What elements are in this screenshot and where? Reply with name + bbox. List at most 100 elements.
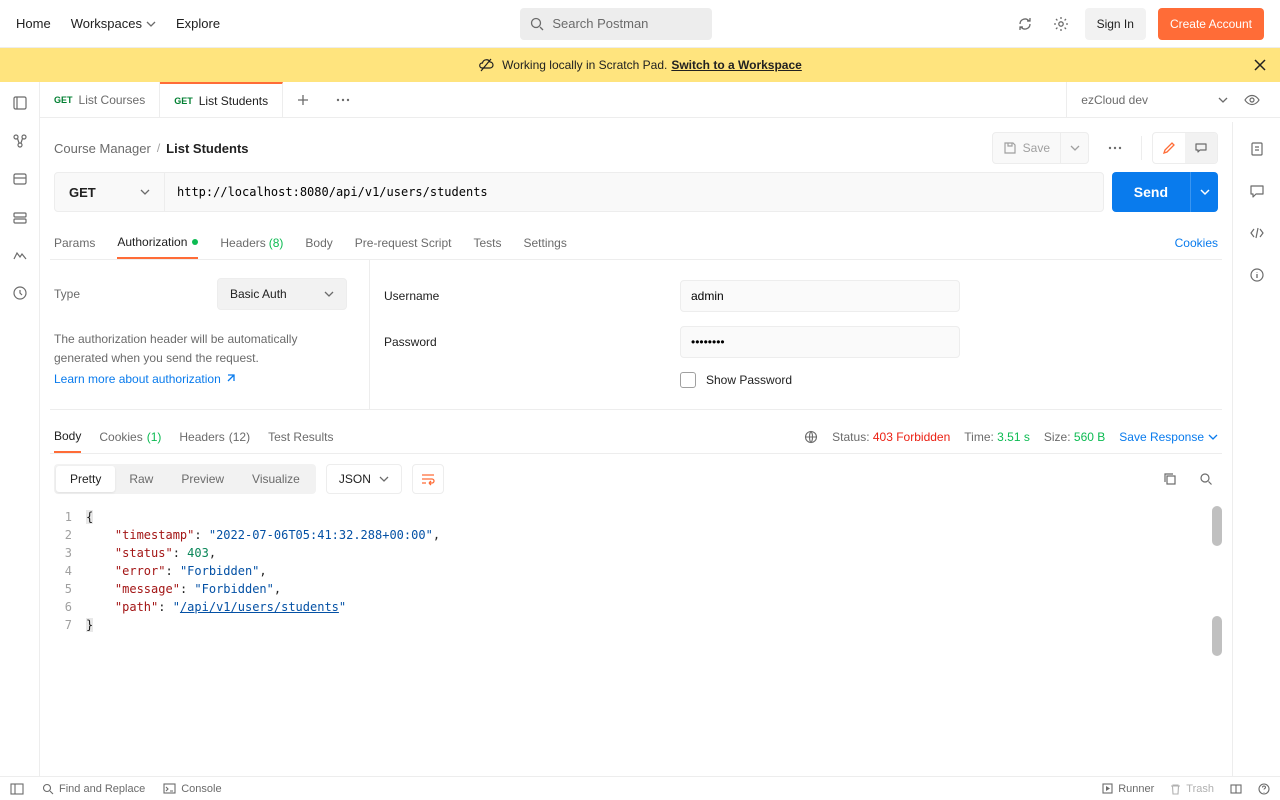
line-content: "message": "Forbidden", bbox=[86, 580, 281, 598]
copy-response-button[interactable] bbox=[1158, 467, 1182, 491]
documentation-icon[interactable] bbox=[1248, 140, 1266, 158]
comment-mode-button[interactable] bbox=[1185, 133, 1217, 163]
search-input[interactable]: Search Postman bbox=[520, 8, 712, 40]
nav-explore[interactable]: Explore bbox=[176, 16, 220, 31]
sync-icon[interactable] bbox=[1013, 12, 1037, 36]
view-visualize[interactable]: Visualize bbox=[238, 466, 314, 492]
response-body[interactable]: 1{2 "timestamp": "2022-07-06T05:41:32.28… bbox=[50, 504, 1222, 776]
chevron-down-icon bbox=[146, 19, 156, 29]
request-more-button[interactable] bbox=[1099, 132, 1131, 164]
runner-label: Runner bbox=[1118, 783, 1154, 795]
view-preview[interactable]: Preview bbox=[167, 466, 238, 492]
console-button[interactable]: Console bbox=[163, 783, 221, 795]
send-button[interactable]: Send bbox=[1112, 172, 1190, 212]
environment-label: ezCloud dev bbox=[1081, 93, 1148, 107]
tab-headers[interactable]: Headers (8) bbox=[220, 226, 283, 259]
tab-method-label: GET bbox=[174, 96, 193, 106]
tabs-more-button[interactable] bbox=[323, 82, 363, 117]
layout-icon bbox=[1230, 784, 1242, 794]
settings-icon[interactable] bbox=[1049, 12, 1073, 36]
format-selector[interactable]: JSON bbox=[326, 464, 402, 494]
resp-headers-label: Headers bbox=[179, 430, 224, 444]
request-tab-list-students[interactable]: GET List Students bbox=[160, 82, 283, 117]
view-pretty[interactable]: Pretty bbox=[56, 466, 115, 492]
resp-tab-cookies[interactable]: Cookies (1) bbox=[99, 420, 161, 453]
password-input[interactable] bbox=[680, 326, 960, 358]
search-response-button[interactable] bbox=[1194, 467, 1218, 491]
resp-tab-tests[interactable]: Test Results bbox=[268, 420, 333, 453]
request-tab-list-courses[interactable]: GET List Courses bbox=[40, 82, 160, 117]
new-tab-button[interactable] bbox=[283, 82, 323, 117]
code-line: 2 "timestamp": "2022-07-06T05:41:32.288+… bbox=[56, 526, 1222, 544]
monitors-icon[interactable] bbox=[11, 246, 29, 264]
chevron-down-icon bbox=[140, 187, 150, 197]
trash-button[interactable]: Trash bbox=[1170, 783, 1214, 795]
tab-body[interactable]: Body bbox=[305, 226, 332, 259]
environment-selector[interactable]: ezCloud dev bbox=[1066, 82, 1228, 117]
apis-icon[interactable] bbox=[11, 132, 29, 150]
environments-icon[interactable] bbox=[11, 170, 29, 188]
resp-tab-headers[interactable]: Headers (12) bbox=[179, 420, 250, 453]
mock-servers-icon[interactable] bbox=[11, 208, 29, 226]
line-content: "path": "/api/v1/users/students" bbox=[86, 598, 346, 616]
cookies-link[interactable]: Cookies bbox=[1175, 236, 1218, 250]
nav-home[interactable]: Home bbox=[16, 16, 51, 31]
status-label: Status: bbox=[832, 430, 869, 444]
environment-quicklook-button[interactable] bbox=[1240, 88, 1264, 112]
send-dropdown[interactable] bbox=[1190, 172, 1218, 212]
switch-workspace-link[interactable]: Switch to a Workspace bbox=[671, 58, 801, 72]
sidebar-toggle[interactable] bbox=[10, 783, 24, 795]
edit-mode-button[interactable] bbox=[1153, 133, 1185, 163]
separator bbox=[1141, 136, 1142, 160]
tab-authorization[interactable]: Authorization bbox=[117, 226, 198, 259]
username-input[interactable] bbox=[680, 280, 960, 312]
save-response-button[interactable]: Save Response bbox=[1119, 430, 1218, 444]
globe-icon[interactable] bbox=[804, 430, 818, 444]
view-raw[interactable]: Raw bbox=[115, 466, 167, 492]
resp-cookies-label: Cookies bbox=[99, 430, 142, 444]
scrollbar-thumb[interactable] bbox=[1212, 616, 1222, 656]
auth-description: The authorization header will be automat… bbox=[54, 330, 347, 368]
method-selector[interactable]: GET bbox=[55, 173, 165, 211]
tab-params[interactable]: Params bbox=[54, 226, 95, 259]
save-button[interactable]: Save bbox=[993, 133, 1060, 163]
wrap-icon bbox=[420, 472, 436, 486]
history-icon[interactable] bbox=[11, 284, 29, 302]
signin-button[interactable]: Sign In bbox=[1085, 8, 1146, 40]
external-link-icon bbox=[225, 374, 235, 384]
tab-title: List Courses bbox=[79, 93, 146, 107]
code-snippet-icon[interactable] bbox=[1248, 224, 1266, 242]
comments-icon[interactable] bbox=[1248, 182, 1266, 200]
layout-button[interactable] bbox=[1230, 784, 1242, 794]
tab-settings[interactable]: Settings bbox=[524, 226, 567, 259]
nav-workspaces-label: Workspaces bbox=[71, 16, 142, 31]
tab-prerequest[interactable]: Pre-request Script bbox=[355, 226, 452, 259]
find-replace-button[interactable]: Find and Replace bbox=[42, 783, 145, 795]
save-dropdown[interactable] bbox=[1060, 133, 1088, 163]
info-icon[interactable] bbox=[1248, 266, 1266, 284]
scratchpad-banner: Working locally in Scratch Pad. Switch t… bbox=[0, 48, 1280, 82]
line-number: 4 bbox=[56, 562, 86, 580]
breadcrumb-current: List Students bbox=[166, 141, 248, 156]
show-password-label: Show Password bbox=[706, 373, 792, 387]
show-password-checkbox[interactable] bbox=[680, 372, 696, 388]
collections-icon[interactable] bbox=[11, 94, 29, 112]
line-number: 6 bbox=[56, 598, 86, 616]
auth-type-label: Type bbox=[54, 287, 80, 301]
runner-button[interactable]: Runner bbox=[1102, 783, 1154, 795]
auth-type-selector[interactable]: Basic Auth bbox=[217, 278, 347, 310]
url-input[interactable] bbox=[165, 173, 1103, 211]
resp-tab-body[interactable]: Body bbox=[54, 420, 81, 453]
scrollbar-thumb[interactable] bbox=[1212, 506, 1222, 546]
nav-workspaces[interactable]: Workspaces bbox=[71, 16, 156, 31]
breadcrumb-root[interactable]: Course Manager bbox=[54, 141, 151, 156]
tab-headers-label: Headers bbox=[220, 236, 265, 250]
wrap-lines-button[interactable] bbox=[412, 464, 444, 494]
tab-tests[interactable]: Tests bbox=[473, 226, 501, 259]
code-line: 4 "error": "Forbidden", bbox=[56, 562, 1222, 580]
help-button[interactable] bbox=[1258, 783, 1270, 795]
banner-close-button[interactable] bbox=[1254, 59, 1266, 71]
create-account-button[interactable]: Create Account bbox=[1158, 8, 1264, 40]
breadcrumb-sep: / bbox=[157, 141, 160, 155]
auth-learn-more-link[interactable]: Learn more about authorization bbox=[54, 372, 235, 386]
